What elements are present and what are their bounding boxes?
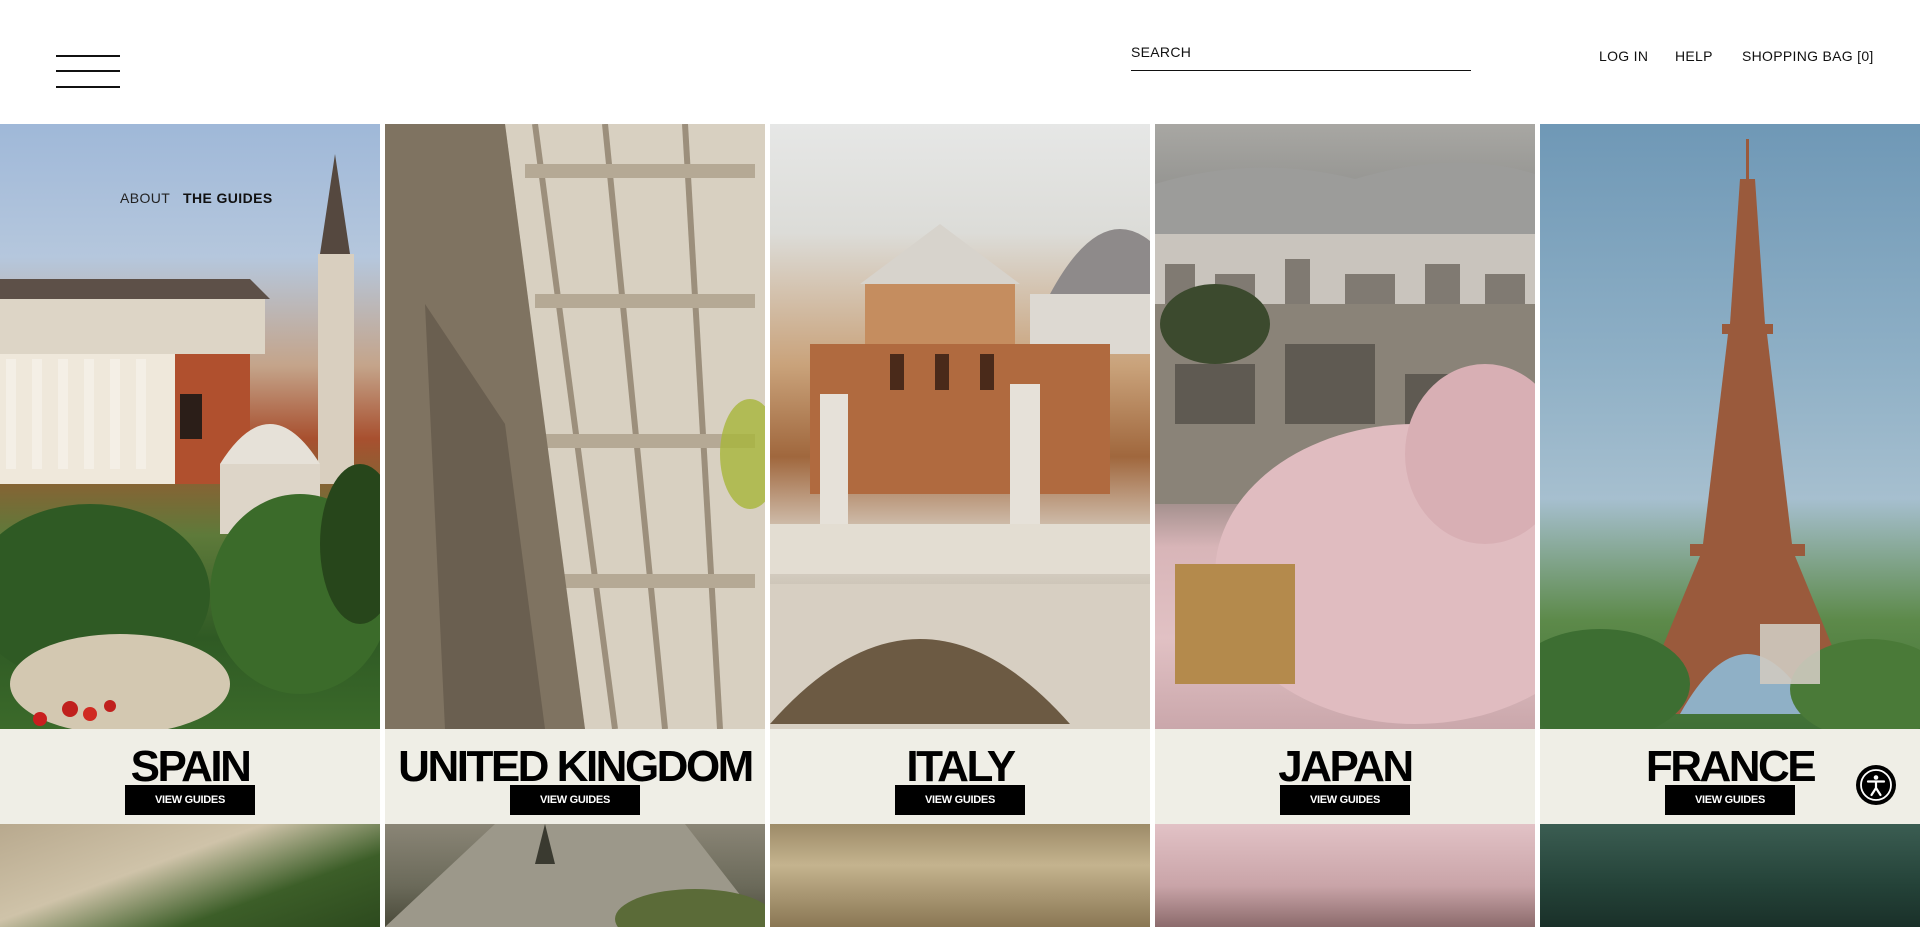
country-name: SPAIN: [130, 742, 252, 791]
japan-photo: [1155, 124, 1535, 729]
guide-band: ITALY VIEW GUIDES: [770, 729, 1150, 824]
shopping-bag-link[interactable]: SHOPPING BAG [0]: [1742, 48, 1874, 64]
japan-illustration: [1155, 162, 1535, 724]
login-link[interactable]: LOG IN: [1599, 48, 1648, 64]
help-link[interactable]: HELP: [1675, 48, 1713, 64]
japan-photo-bottom: [1155, 824, 1535, 927]
view-guides-button-france[interactable]: VIEW GUIDES: [1665, 785, 1795, 815]
guide-panel-japan[interactable]: JAPAN VIEW GUIDES: [1155, 124, 1535, 927]
country-name: JAPAN: [1278, 742, 1414, 791]
menu-line: [56, 86, 120, 88]
italy-photo: [770, 124, 1150, 729]
united-kingdom-photo-bottom: [385, 824, 765, 927]
guide-panel-united-kingdom[interactable]: UNITED KINGDOM VIEW GUIDES: [385, 124, 765, 927]
france-photo: [1540, 124, 1920, 739]
united-kingdom-photo: [385, 124, 765, 730]
spain-illustration: [0, 154, 380, 734]
eiffel-tower-illustration: [1540, 139, 1920, 739]
guide-band: JAPAN VIEW GUIDES: [1155, 729, 1535, 824]
country-name: UNITED KINGDOM: [398, 742, 754, 791]
accessibility-figure-icon: [1860, 769, 1892, 801]
view-guides-button-japan[interactable]: VIEW GUIDES: [1280, 785, 1410, 815]
search-input[interactable]: [1131, 38, 1471, 66]
guide-panel-france[interactable]: FRANCE VIEW GUIDES: [1540, 124, 1920, 927]
subnav-about[interactable]: ABOUT: [120, 190, 170, 206]
menu-line: [56, 70, 120, 72]
view-guides-button-italy[interactable]: VIEW GUIDES: [895, 785, 1025, 815]
hamburger-menu-icon[interactable]: [56, 55, 120, 89]
site-header: LOG IN HELP SHOPPING BAG [0]: [0, 0, 1920, 124]
guide-band: SPAIN VIEW GUIDES: [0, 729, 380, 824]
country-name: ITALY: [906, 742, 1016, 791]
menu-line: [56, 55, 120, 57]
guide-panel-italy[interactable]: ITALY VIEW GUIDES: [770, 124, 1150, 927]
guide-panel-spain[interactable]: SPAIN VIEW GUIDES: [0, 124, 380, 927]
spain-photo: [0, 124, 380, 734]
greenhouse-illustration: [385, 824, 765, 927]
guides-gallery: SPAIN VIEW GUIDES UNITED KINGDOM VIEW GU…: [0, 124, 1920, 927]
italy-illustration: [770, 224, 1150, 729]
united-kingdom-illustration: [385, 124, 765, 730]
view-guides-button-united-kingdom[interactable]: VIEW GUIDES: [510, 785, 640, 815]
subnav-the-guides[interactable]: THE GUIDES: [183, 190, 273, 206]
accessibility-icon[interactable]: [1856, 765, 1896, 805]
search-box: [1131, 38, 1471, 71]
view-guides-button-spain[interactable]: VIEW GUIDES: [125, 785, 255, 815]
france-photo-bottom: [1540, 824, 1920, 927]
italy-photo-bottom: [770, 824, 1150, 927]
guide-band: UNITED KINGDOM VIEW GUIDES: [385, 729, 765, 824]
spain-photo-bottom: [0, 824, 380, 927]
